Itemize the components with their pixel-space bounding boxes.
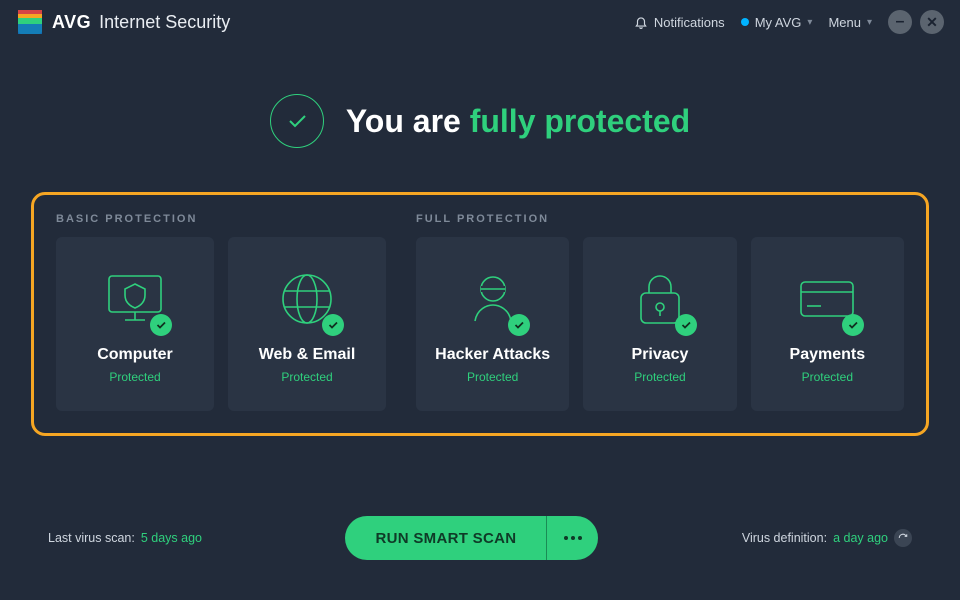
check-badge-icon	[150, 314, 172, 336]
tile-title: Payments	[790, 346, 866, 364]
avg-logo-icon	[16, 8, 44, 36]
virus-definition-info: Virus definition: a day ago	[742, 529, 912, 547]
tile-privacy[interactable]: Privacy Protected	[583, 237, 736, 411]
tile-status: Protected	[802, 370, 853, 384]
status-dot-icon	[741, 18, 749, 26]
tile-title: Web & Email	[259, 346, 356, 364]
last-scan-label: Last virus scan:	[48, 531, 135, 545]
status-banner: You are fully protected	[0, 94, 960, 148]
minimize-button[interactable]: –	[888, 10, 912, 34]
menu-label: Menu	[828, 15, 861, 30]
dots-icon	[571, 536, 575, 540]
check-badge-icon	[842, 314, 864, 336]
basic-protection-column: BASIC PROTECTION Computer Protected	[56, 213, 386, 411]
bell-icon	[634, 15, 648, 29]
tile-title: Computer	[97, 346, 173, 364]
notifications-label: Notifications	[654, 15, 725, 30]
full-protection-label: FULL PROTECTION	[416, 213, 904, 225]
menu-button[interactable]: Menu ▾	[820, 11, 880, 34]
footer: Last virus scan: 5 days ago RUN SMART SC…	[0, 516, 960, 560]
check-icon	[285, 109, 309, 133]
check-badge-icon	[322, 314, 344, 336]
notifications-button[interactable]: Notifications	[626, 11, 733, 34]
check-badge-icon	[508, 314, 530, 336]
virus-definition-label: Virus definition:	[742, 531, 827, 545]
my-avg-button[interactable]: My AVG ▾	[733, 11, 821, 34]
tile-status: Protected	[634, 370, 685, 384]
last-scan-info: Last virus scan: 5 days ago	[48, 531, 202, 545]
last-scan-value: 5 days ago	[141, 531, 202, 545]
status-prefix: You are	[346, 103, 470, 139]
tile-title: Hacker Attacks	[435, 346, 550, 364]
scan-button-group: RUN SMART SCAN	[345, 516, 598, 560]
status-emphasis: fully protected	[470, 103, 690, 139]
virus-definition-value: a day ago	[833, 531, 888, 545]
run-smart-scan-button[interactable]: RUN SMART SCAN	[345, 516, 546, 560]
chevron-down-icon: ▾	[867, 17, 872, 28]
tile-computer[interactable]: Computer Protected	[56, 237, 214, 411]
my-avg-label: My AVG	[755, 15, 802, 30]
app-header: AVG Internet Security Notifications My A…	[0, 0, 960, 44]
full-protection-column: FULL PROTECTION Hacker Attacks Protect	[416, 213, 904, 411]
tile-status: Protected	[467, 370, 518, 384]
refresh-icon	[898, 533, 908, 543]
check-badge-icon	[675, 314, 697, 336]
tile-status: Protected	[281, 370, 332, 384]
brand-name: AVG	[52, 12, 91, 33]
tile-title: Privacy	[632, 346, 689, 364]
dots-icon	[564, 536, 568, 540]
scan-options-button[interactable]	[546, 516, 598, 560]
close-button[interactable]: ✕	[920, 10, 944, 34]
tile-web-email[interactable]: Web & Email Protected	[228, 237, 386, 411]
brand: AVG Internet Security	[16, 8, 230, 36]
tile-payments[interactable]: Payments Protected	[751, 237, 904, 411]
basic-protection-label: BASIC PROTECTION	[56, 213, 386, 225]
tile-status: Protected	[109, 370, 160, 384]
status-text: You are fully protected	[346, 103, 690, 140]
brand-suffix: Internet Security	[99, 12, 230, 33]
dots-icon	[578, 536, 582, 540]
protection-panel: BASIC PROTECTION Computer Protected	[31, 192, 929, 436]
chevron-down-icon: ▾	[807, 17, 812, 28]
refresh-definitions-button[interactable]	[894, 529, 912, 547]
status-check-circle	[270, 94, 324, 148]
tile-hacker-attacks[interactable]: Hacker Attacks Protected	[416, 237, 569, 411]
